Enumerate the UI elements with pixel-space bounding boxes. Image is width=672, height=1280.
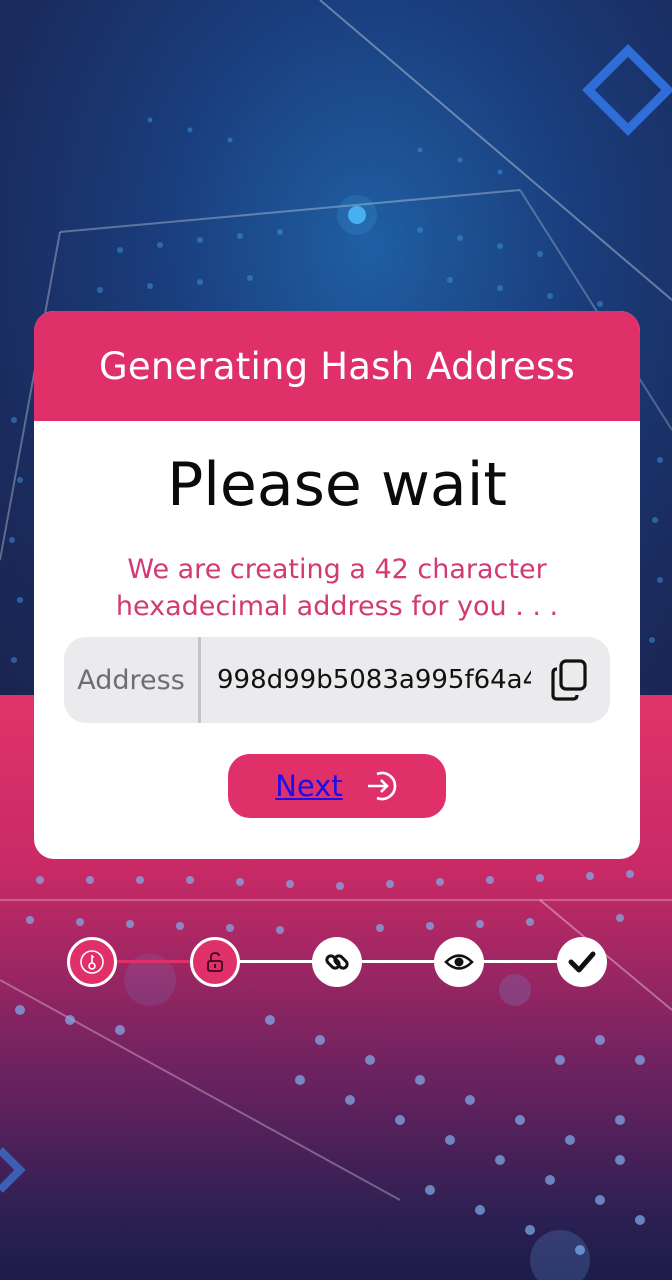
progress-stepper bbox=[0, 936, 672, 988]
step-view bbox=[434, 937, 484, 987]
address-value[interactable]: 998d99b5083a995f64a4 bbox=[217, 665, 531, 695]
key-icon bbox=[80, 950, 104, 974]
step-connector bbox=[360, 960, 436, 963]
next-button-label[interactable]: Next bbox=[275, 769, 343, 803]
step-link bbox=[312, 937, 362, 987]
step-key bbox=[67, 937, 117, 987]
card-header-title: Generating Hash Address bbox=[99, 344, 575, 388]
page-title: Please wait bbox=[167, 450, 507, 520]
address-field: Address 998d99b5083a995f64a4 bbox=[64, 637, 610, 723]
step-connector bbox=[116, 960, 192, 963]
eye-icon bbox=[444, 954, 474, 970]
card-header: Generating Hash Address bbox=[34, 311, 640, 421]
link-icon bbox=[325, 954, 349, 970]
step-connector bbox=[238, 960, 314, 963]
step-connector bbox=[482, 960, 558, 963]
check-icon bbox=[568, 951, 596, 973]
status-message: We are creating a 42 character hexadecim… bbox=[115, 554, 559, 622]
copy-icon[interactable] bbox=[549, 658, 589, 702]
unlock-icon bbox=[207, 952, 223, 972]
address-label: Address bbox=[77, 664, 185, 696]
hash-address-card: Generating Hash Address Please wait We a… bbox=[34, 311, 640, 859]
address-divider bbox=[198, 637, 201, 723]
step-unlock bbox=[190, 937, 240, 987]
next-button[interactable]: Next bbox=[228, 754, 446, 818]
arrow-right-circle-icon bbox=[367, 771, 397, 801]
step-complete bbox=[557, 937, 607, 987]
